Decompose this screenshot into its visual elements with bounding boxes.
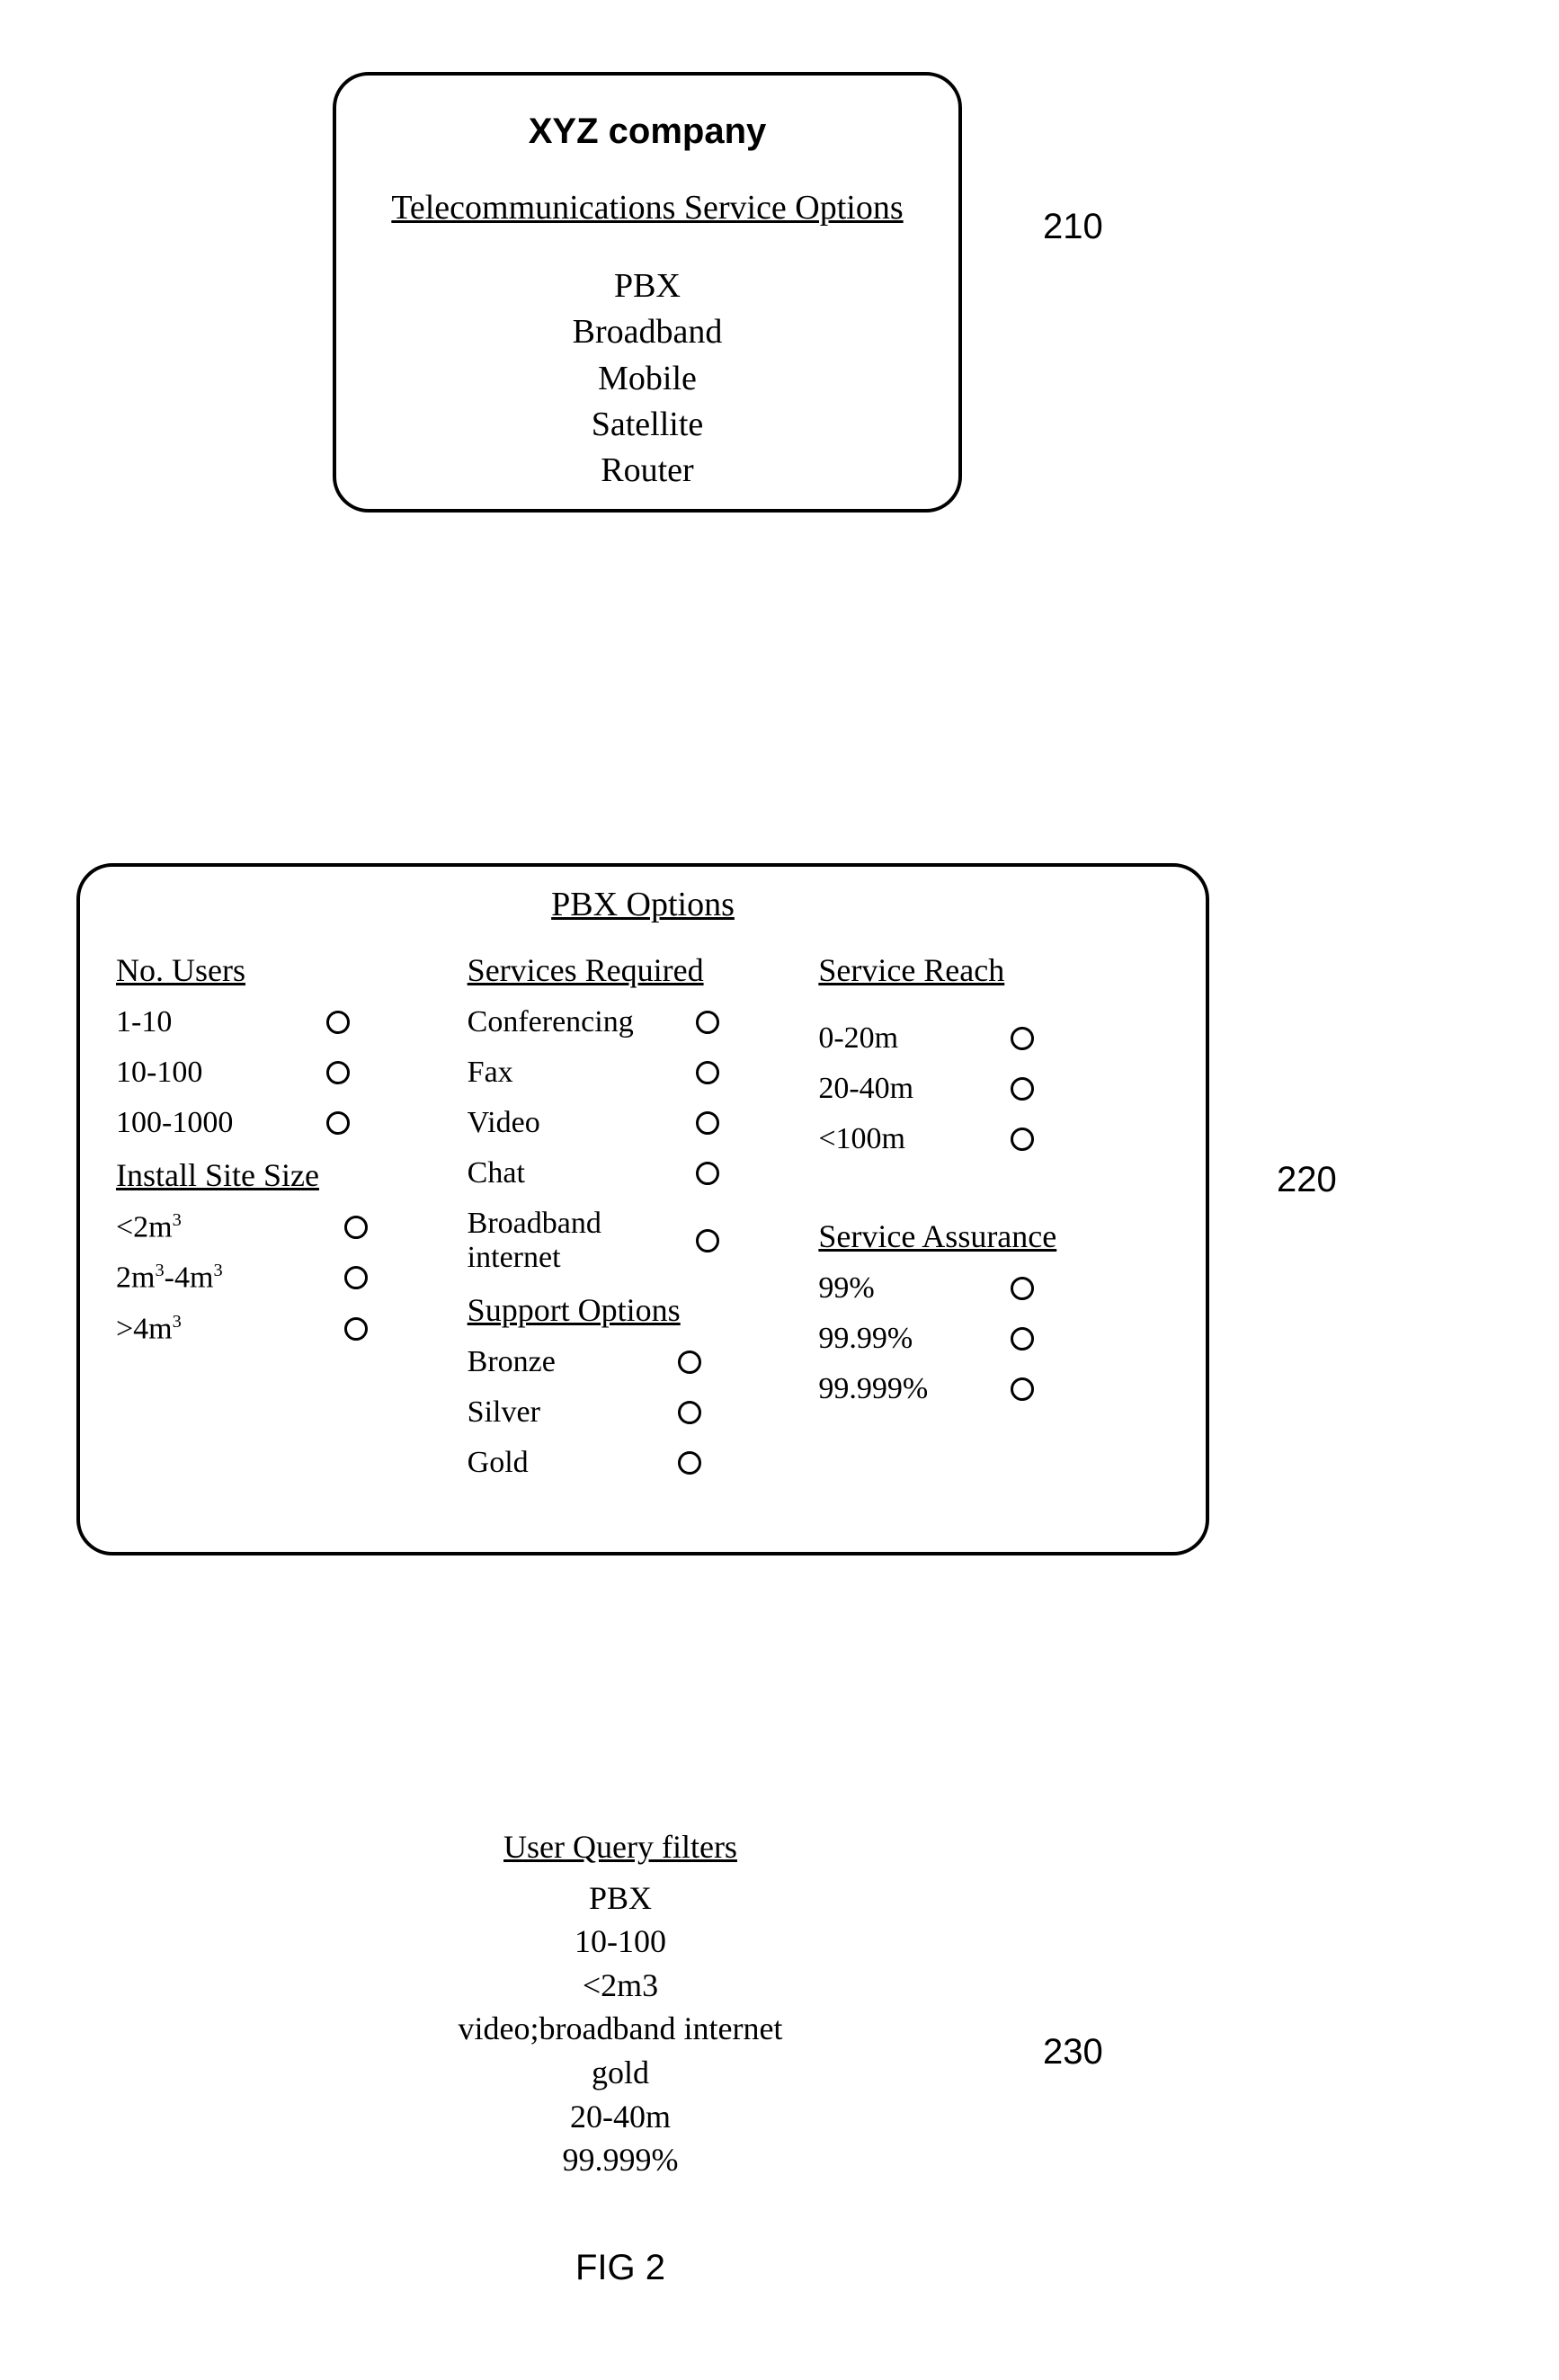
option-row: Silver <box>468 1395 701 1430</box>
radio-icon[interactable] <box>326 1011 350 1034</box>
query-line: <2m3 <box>369 1964 872 2008</box>
group-title-support: Support Options <box>468 1291 801 1329</box>
query-title: User Query filters <box>369 1825 872 1869</box>
option-row: Bronze <box>468 1345 701 1379</box>
company-name: XYZ company <box>372 111 922 152</box>
service-item: Mobile <box>372 356 922 402</box>
option-row: 99.999% <box>818 1372 1034 1406</box>
option-label: Broadband internet <box>468 1207 647 1275</box>
option-row: 99.99% <box>818 1322 1034 1356</box>
option-row: Chat <box>468 1156 719 1190</box>
query-line: PBX <box>369 1876 872 1921</box>
pbx-options-box: PBX Options No. Users 1-10 10-100 100-10… <box>76 863 1209 1555</box>
option-row: Video <box>468 1106 719 1140</box>
option-row: Gold <box>468 1446 701 1480</box>
query-line: 20-40m <box>369 2095 872 2139</box>
option-row: 1-10 <box>116 1005 350 1039</box>
option-label: >4m3 <box>116 1312 182 1346</box>
option-row: Conferencing <box>468 1005 719 1039</box>
ref-label-220: 220 <box>1277 1160 1337 1200</box>
option-label: <100m <box>818 1122 905 1156</box>
ref-label-230: 230 <box>1043 2032 1103 2072</box>
radio-icon[interactable] <box>344 1216 368 1239</box>
group-title-assurance: Service Assurance <box>818 1217 1152 1255</box>
option-label: Chat <box>468 1156 525 1190</box>
column-services-support: Services Required Conferencing Fax Video… <box>468 942 819 1496</box>
option-row: <100m <box>818 1122 1034 1156</box>
company-services-box: XYZ company Telecommunications Service O… <box>333 72 962 513</box>
option-label: 10-100 <box>116 1056 202 1090</box>
option-row: 2m3-4m3 <box>116 1261 368 1295</box>
radio-icon[interactable] <box>696 1061 719 1084</box>
option-label: 100-1000 <box>116 1106 233 1140</box>
option-label: <2m3 <box>116 1210 182 1244</box>
option-label: Silver <box>468 1395 540 1430</box>
option-label: Fax <box>468 1056 513 1090</box>
option-label: Conferencing <box>468 1005 634 1039</box>
radio-icon[interactable] <box>326 1061 350 1084</box>
ref-label-210: 210 <box>1043 207 1103 247</box>
option-row: 10-100 <box>116 1056 350 1090</box>
pbx-options-title: PBX Options <box>116 885 1170 924</box>
option-label: Video <box>468 1106 540 1140</box>
option-label: Gold <box>468 1446 529 1480</box>
query-line: gold <box>369 2051 872 2095</box>
option-label: 2m3-4m3 <box>116 1261 223 1295</box>
option-row: <2m3 <box>116 1210 368 1244</box>
group-title-reach: Service Reach <box>818 951 1152 989</box>
option-label: 99.999% <box>818 1372 928 1406</box>
radio-icon[interactable] <box>1011 1277 1034 1300</box>
radio-icon[interactable] <box>1011 1327 1034 1350</box>
services-subtitle: Telecommunications Service Options <box>372 188 922 227</box>
radio-icon[interactable] <box>678 1451 701 1475</box>
radio-icon[interactable] <box>344 1317 368 1341</box>
group-title-users: No. Users <box>116 951 450 989</box>
service-item: Broadband <box>372 309 922 355</box>
radio-icon[interactable] <box>1011 1377 1034 1401</box>
user-query-filters: User Query filters PBX 10-100 <2m3 video… <box>369 1825 872 2182</box>
column-reach-assurance: Service Reach 0-20m 20-40m <100m Service… <box>818 942 1170 1496</box>
option-label: 20-40m <box>818 1072 913 1106</box>
option-label: 1-10 <box>116 1005 172 1039</box>
column-users-site: No. Users 1-10 10-100 100-1000 Install S… <box>116 942 468 1496</box>
radio-icon[interactable] <box>1011 1128 1034 1151</box>
service-item: PBX <box>372 263 922 309</box>
radio-icon[interactable] <box>678 1350 701 1374</box>
query-line: video;broadband internet <box>369 2007 872 2051</box>
option-label: Bronze <box>468 1345 556 1379</box>
group-title-site: Install Site Size <box>116 1156 450 1194</box>
option-row: 100-1000 <box>116 1106 350 1140</box>
option-row: 20-40m <box>818 1072 1034 1106</box>
radio-icon[interactable] <box>344 1266 368 1289</box>
radio-icon[interactable] <box>696 1229 719 1252</box>
option-label: 0-20m <box>818 1021 898 1056</box>
radio-icon[interactable] <box>326 1111 350 1135</box>
query-line: 99.999% <box>369 2138 872 2182</box>
radio-icon[interactable] <box>696 1162 719 1185</box>
group-title-services: Services Required <box>468 951 801 989</box>
option-row: 99% <box>818 1271 1034 1306</box>
radio-icon[interactable] <box>1011 1027 1034 1050</box>
query-line: 10-100 <box>369 1920 872 1964</box>
option-row: >4m3 <box>116 1312 368 1346</box>
service-item: Router <box>372 448 922 494</box>
figure-label: FIG 2 <box>0 2248 1241 2288</box>
option-label: 99% <box>818 1271 874 1306</box>
radio-icon[interactable] <box>1011 1077 1034 1101</box>
radio-icon[interactable] <box>678 1401 701 1424</box>
option-row: Broadband internet <box>468 1207 719 1275</box>
radio-icon[interactable] <box>696 1011 719 1034</box>
option-label: 99.99% <box>818 1322 913 1356</box>
service-item: Satellite <box>372 402 922 448</box>
option-row: Fax <box>468 1056 719 1090</box>
radio-icon[interactable] <box>696 1111 719 1135</box>
option-row: 0-20m <box>818 1021 1034 1056</box>
service-list: PBX Broadband Mobile Satellite Router <box>372 263 922 494</box>
